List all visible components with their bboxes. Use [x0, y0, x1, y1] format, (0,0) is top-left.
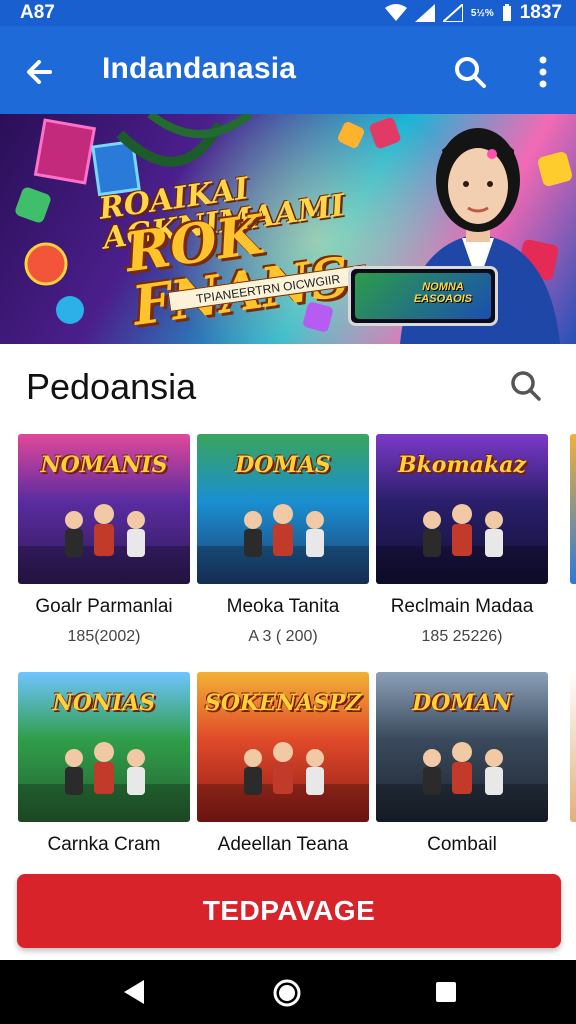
game-thumbnail-title: SOKENASPZ [205, 690, 362, 716]
game-thumbnail[interactable]: Bkomakaz [376, 434, 548, 584]
cta-container: TEDPAVAGE [0, 864, 576, 960]
game-thumbnail-title: NOMANIS [40, 452, 168, 478]
system-nav-bar [0, 960, 576, 1024]
game-name: Goalr Parmanlai [35, 596, 173, 617]
game-thumbnail[interactable]: DOMAS [197, 434, 369, 584]
app-bar: Indandanasia [0, 26, 576, 114]
game-thumbnail[interactable]: SOKENASPZ [197, 672, 369, 822]
game-thumbnail[interactable]: NONIAS [18, 672, 190, 822]
section-title: Pedoansia [26, 366, 197, 407]
game-name: Combail [427, 834, 497, 855]
game-meta: A 3 ( 200) [248, 628, 318, 645]
nav-back-icon [120, 980, 148, 1010]
next-card-peek[interactable] [570, 434, 576, 584]
status-time: A87 [20, 2, 55, 23]
game-thumbnail-title: Bkomakaz [397, 452, 527, 478]
game-thumbnail-title: DOMAS [235, 452, 331, 478]
battery-label: 5½% [470, 7, 494, 19]
game-meta: 185 25226) [421, 628, 503, 645]
nav-back-button[interactable] [120, 978, 148, 1006]
status-bar: A87 5½% 1837 [0, 0, 576, 26]
game-name: Meoka Tanita [226, 596, 340, 617]
banner-phone-screen: NOMNA EASOAOIS [355, 273, 491, 319]
more-vertical-icon [528, 56, 558, 96]
nav-home-button[interactable] [272, 978, 302, 1008]
section-search-button[interactable] [508, 366, 544, 406]
nav-recents-button[interactable] [434, 980, 458, 1004]
search-icon [450, 57, 490, 96]
back-arrow-icon [20, 60, 60, 96]
promo-banner[interactable]: ROAIKAI AGKNIMAAMI ROK FNANS TPIANEERTRN… [0, 114, 576, 344]
status-icons: 5½% 1837 [384, 2, 562, 24]
cell-signal-secondary-icon [442, 4, 463, 22]
back-button[interactable] [20, 52, 60, 92]
game-name: Reclmain Madaa [390, 596, 534, 617]
game-thumbnail-title: NONIAS [52, 690, 156, 716]
banner-phone-text: NOMNA EASOAOIS [413, 281, 473, 306]
battery-icon [502, 4, 512, 22]
nav-home-icon [272, 979, 302, 1012]
cell-signal-icon [414, 4, 435, 22]
game-thumbnail[interactable]: DOMAN [376, 672, 548, 822]
primary-cta-button[interactable]: TEDPAVAGE [17, 874, 561, 948]
nav-recents-icon [434, 982, 458, 1008]
game-thumbnail-title: DOMAN [412, 690, 512, 716]
more-options-button[interactable] [528, 52, 558, 92]
game-thumbnail[interactable]: NOMANIS [18, 434, 190, 584]
status-clock: 1837 [519, 2, 562, 23]
search-button[interactable] [450, 52, 490, 92]
next-card-peek[interactable] [570, 672, 576, 822]
wifi-icon [384, 4, 407, 22]
game-name: Adeellan Teana [217, 834, 349, 855]
app-title: Indandanasia [102, 52, 297, 85]
game-name: Carnka Cram [47, 834, 161, 855]
search-icon [508, 371, 544, 410]
game-meta: 185(2002) [67, 628, 141, 645]
banner-phone: NOMNA EASOAOIS [348, 266, 498, 326]
